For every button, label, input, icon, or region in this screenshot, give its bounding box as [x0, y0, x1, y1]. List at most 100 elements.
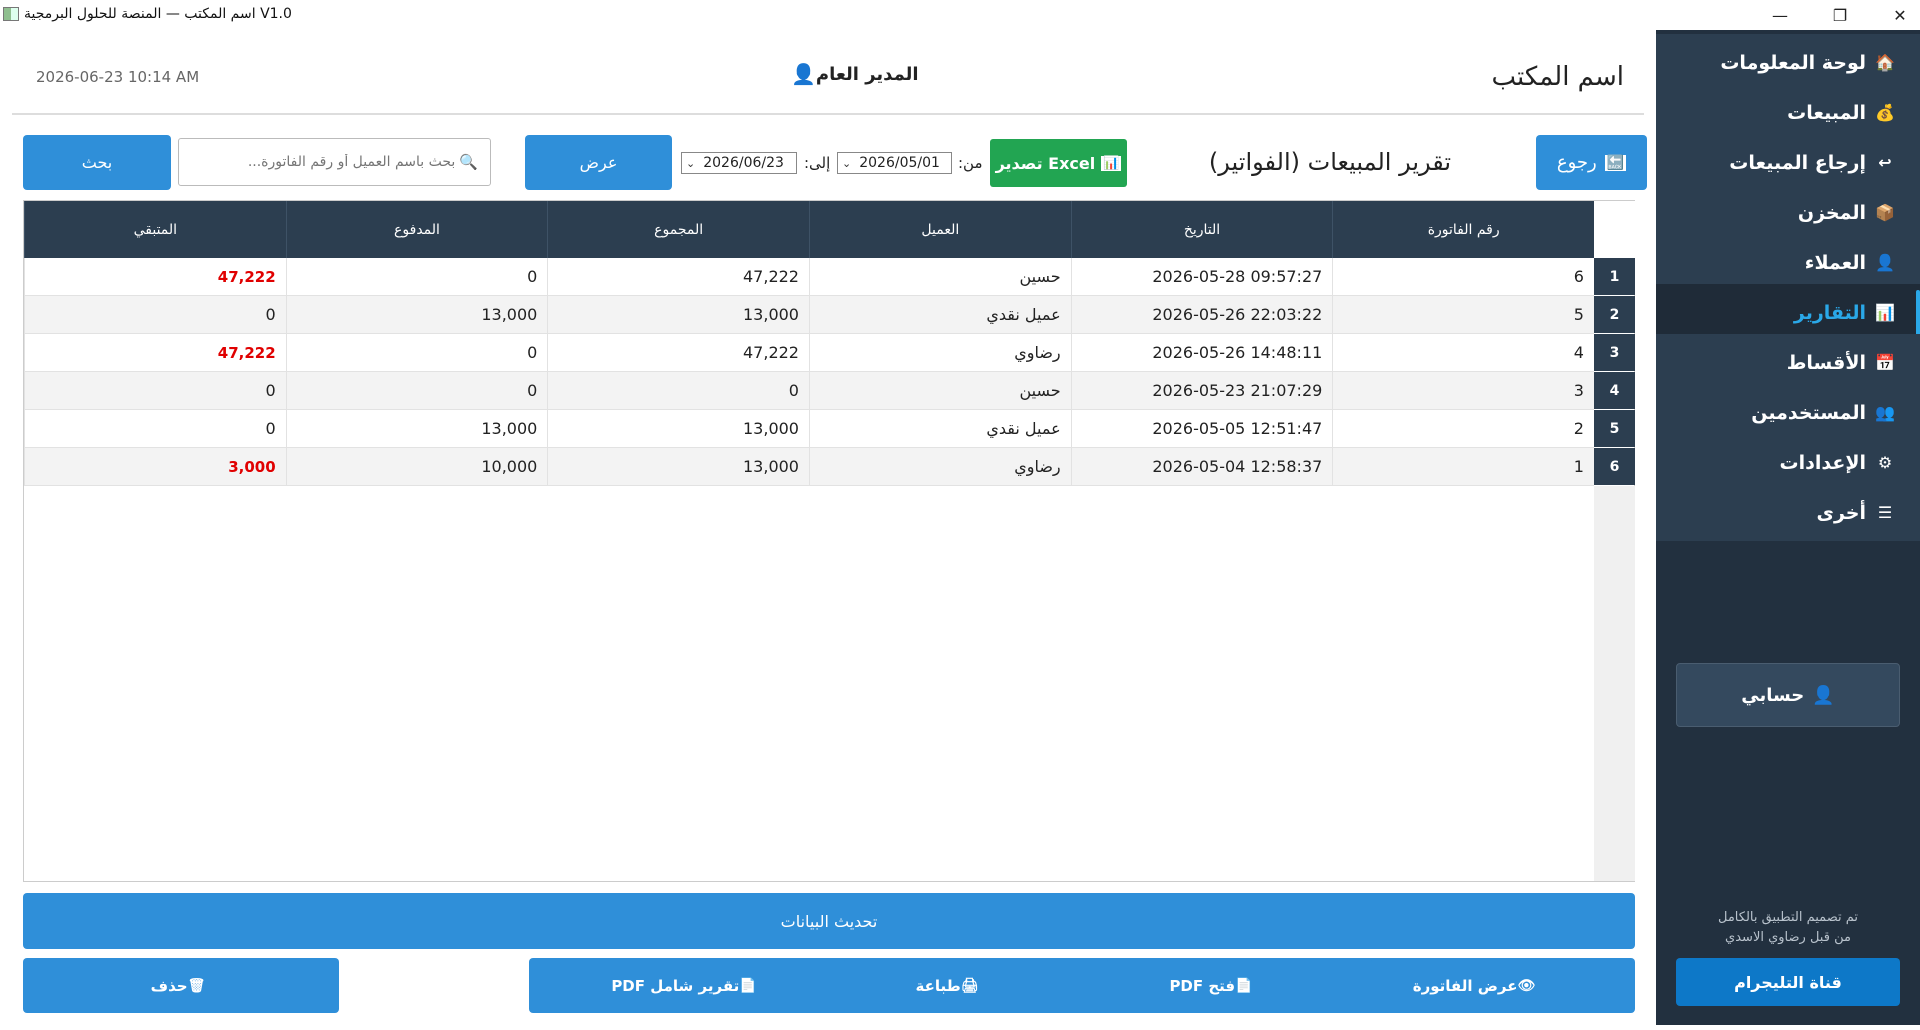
- return-icon: ↩: [1878, 153, 1892, 172]
- action-label: فتح PDF: [1169, 976, 1236, 995]
- cell-total: 0: [547, 372, 809, 409]
- app-icon: [3, 7, 19, 21]
- chevron-down-icon: ⌄: [686, 156, 696, 170]
- row-number[interactable]: 4: [1594, 372, 1635, 409]
- window-title: V1.0 اسم المكتب — المنصة للحلول البرمجية: [24, 6, 292, 22]
- row-number[interactable]: 3: [1594, 334, 1635, 371]
- telegram-channel-button[interactable]: قناة التليجرام: [1676, 958, 1900, 1006]
- cell-invoice: 5: [1332, 296, 1594, 333]
- page-title: تقرير المبيعات (الفواتير): [1208, 148, 1452, 176]
- cell-date: 2026-05-28 09:57:27: [1070, 258, 1333, 295]
- credit-line-2: من قبل رضاوي الاسدي: [1725, 930, 1851, 945]
- trash-icon: 🗑: [187, 977, 206, 994]
- search-box: 🔍: [178, 138, 491, 186]
- credit-text: تم تصميم التطبيق بالكامل من قبل رضاوي ال…: [1676, 908, 1900, 948]
- sidebar-item-label: أخرى: [1816, 501, 1866, 524]
- user-icon: 👤: [1875, 253, 1895, 272]
- sidebar-item-3[interactable]: المخزن 📦: [1656, 184, 1920, 241]
- cell-paid: 13,000: [285, 410, 548, 447]
- row-number[interactable]: 1: [1594, 258, 1635, 295]
- vertical-scrollbar[interactable]: [1594, 486, 1635, 881]
- my-account-button[interactable]: حسابي 👤: [1676, 663, 1900, 727]
- credit-line-1: تم تصميم التطبيق بالكامل: [1718, 910, 1858, 925]
- back-icon: 🔙: [1604, 154, 1627, 171]
- header-divider: [12, 113, 1644, 115]
- cell-remaining: 0: [24, 296, 286, 333]
- sidebar-item-1[interactable]: المبيعات 💰: [1656, 84, 1920, 141]
- cell-remaining: 3,000: [24, 448, 286, 485]
- table-row[interactable]: 6 2026-05-28 09:57:27 حسين 47,222 0 47,222: [24, 258, 1594, 296]
- column-header[interactable]: العميل: [809, 201, 1071, 258]
- sidebar-item-label: الإعدادات: [1779, 451, 1866, 474]
- document-icon: 📄: [1235, 977, 1253, 994]
- cell-paid: 13,000: [285, 296, 548, 333]
- search-button[interactable]: بحث: [23, 135, 171, 190]
- excel-label: تصدير Excel: [995, 153, 1096, 173]
- cell-paid: 0: [285, 258, 548, 295]
- column-header[interactable]: رقم الفاتورة: [1332, 201, 1594, 258]
- cell-total: 13,000: [547, 296, 809, 333]
- sidebar-item-label: التقارير: [1793, 301, 1866, 324]
- to-label: إلى:: [804, 154, 831, 172]
- export-excel-button[interactable]: تصدير Excel 📊: [990, 139, 1127, 187]
- table-row[interactable]: 5 2026-05-26 22:03:22 عميل نقدي 13,000 13,00…: [24, 296, 1594, 334]
- from-date-value: 2026/05/01: [859, 155, 940, 171]
- cell-remaining: 47,222: [24, 258, 286, 295]
- user-icon: 👤: [1812, 684, 1835, 706]
- column-header[interactable]: المتبقي: [24, 201, 286, 258]
- table-row[interactable]: 2 2026-05-05 12:51:47 عميل نقدي 13,000 13,00…: [24, 410, 1594, 448]
- refresh-data-button[interactable]: تحديث البيانات: [23, 893, 1635, 949]
- sidebar-item-label: المخزن: [1797, 201, 1866, 224]
- sidebar-item-label: العملاء: [1804, 251, 1866, 274]
- users-icon: 👥: [1875, 403, 1895, 422]
- back-label: رجوع: [1556, 152, 1597, 173]
- sidebar-item-4[interactable]: العملاء 👤: [1656, 234, 1920, 291]
- maximize-button[interactable]: ❐: [1810, 0, 1870, 30]
- cell-invoice: 2: [1332, 410, 1594, 447]
- sidebar-item-6[interactable]: الأقساط 📅: [1656, 334, 1920, 391]
- sidebar-item-2[interactable]: إرجاع المبيعات ↩: [1656, 134, 1920, 191]
- gear-icon: ⚙: [1877, 453, 1893, 472]
- action-label: طباعة: [915, 976, 961, 995]
- eye-icon: 👁: [1517, 977, 1536, 994]
- minimize-button[interactable]: —: [1750, 0, 1810, 30]
- show-button[interactable]: عرض: [525, 135, 672, 190]
- row-number[interactable]: 6: [1594, 448, 1635, 485]
- cell-date: 2026-05-05 12:51:47: [1070, 410, 1333, 447]
- from-date-picker[interactable]: ⌄ 2026/05/01: [837, 152, 952, 174]
- full-report-pdf-button[interactable]: 📄 تقرير شامل PDF: [529, 958, 845, 1013]
- table-row[interactable]: 3 2026-05-23 21:07:29 حسين 0 0 0: [24, 372, 1594, 410]
- action-label: تقرير شامل PDF: [611, 976, 740, 995]
- table-row[interactable]: 4 2026-05-26 14:48:11 رضاوي 47,222 0 47,222: [24, 334, 1594, 372]
- sidebar-item-label: المبيعات: [1787, 101, 1866, 124]
- table-row[interactable]: 1 2026-05-04 12:58:37 رضاوي 13,000 10,000 3,0…: [24, 448, 1594, 486]
- delete-button[interactable]: 🗑 حذف: [23, 958, 339, 1013]
- invoices-table: رقم الفاتورة التاريخ العميل المجموع المدفوع ا…: [23, 200, 1635, 882]
- sidebar-item-0[interactable]: لوحة المعلومات 🏠: [1656, 34, 1920, 91]
- search-input[interactable]: [205, 154, 456, 170]
- back-button[interactable]: رجوع 🔙: [1536, 135, 1647, 190]
- sidebar-item-7[interactable]: المستخدمين 👥: [1656, 384, 1920, 441]
- column-header[interactable]: المدفوع: [285, 201, 548, 258]
- cell-remaining: 0: [24, 410, 286, 447]
- office-name: اسم المكتب: [1491, 62, 1625, 92]
- column-header[interactable]: التاريخ: [1070, 201, 1333, 258]
- row-number[interactable]: 5: [1594, 410, 1635, 447]
- cell-customer: حسين: [809, 372, 1071, 409]
- sidebar: لوحة المعلومات 🏠 المبيعات 💰 إرجاع المبيعات ↩ ا…: [1656, 30, 1920, 1025]
- to-date-value: 2026/06/23: [703, 155, 784, 171]
- to-date-picker[interactable]: ⌄ 2026/06/23: [681, 152, 797, 174]
- home-icon: 🏠: [1875, 53, 1895, 72]
- sidebar-item-8[interactable]: الإعدادات ⚙: [1656, 434, 1920, 491]
- printer-icon: 🖨: [960, 977, 979, 994]
- sidebar-item-9[interactable]: أخرى ☰: [1656, 484, 1920, 541]
- sidebar-item-label: لوحة المعلومات: [1720, 51, 1866, 74]
- column-header[interactable]: المجموع: [547, 201, 809, 258]
- row-number[interactable]: 2: [1594, 296, 1635, 333]
- box-icon: 📦: [1875, 203, 1895, 222]
- sidebar-item-label: الأقساط: [1786, 351, 1866, 374]
- cell-date: 2026-05-04 12:58:37: [1070, 448, 1333, 485]
- sidebar-item-5[interactable]: التقارير 📊: [1656, 284, 1920, 341]
- chart-icon: 📊: [1875, 303, 1895, 322]
- close-button[interactable]: ✕: [1870, 0, 1920, 30]
